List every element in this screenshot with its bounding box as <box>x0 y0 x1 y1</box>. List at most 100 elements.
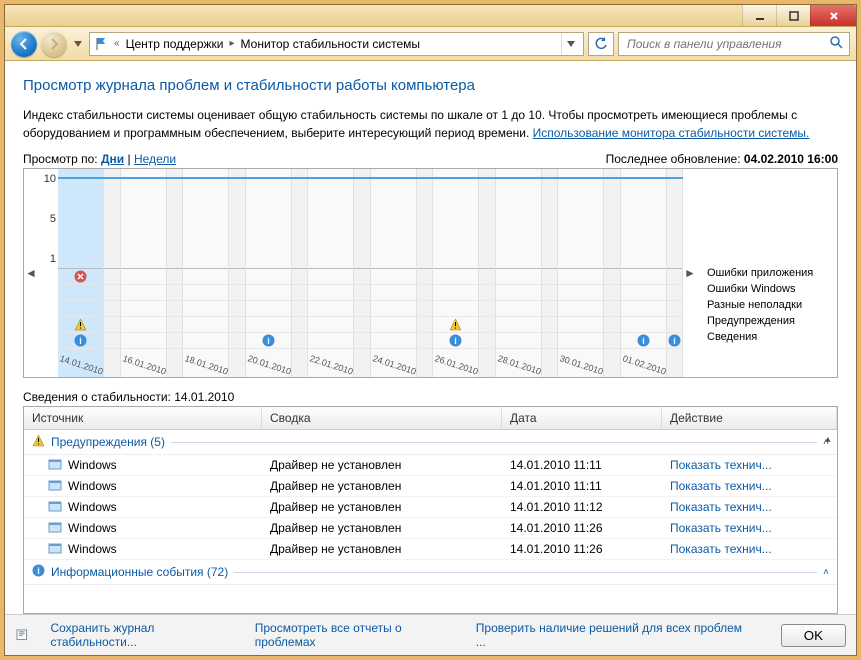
event-cell <box>496 317 541 333</box>
chart-day-column[interactable]: 22.01.2010 <box>308 169 354 377</box>
event-cell <box>104 333 119 349</box>
event-cell <box>183 333 228 349</box>
content-area: Просмотр журнала проблем и стабильности … <box>5 61 856 655</box>
chart-day-column[interactable]: i26.01.2010 <box>433 169 479 377</box>
chart-y-axis: 10 5 1 <box>38 169 58 269</box>
address-bar[interactable]: « Центр поддержки ▸ Монитор стабильности… <box>89 32 584 56</box>
search-box[interactable] <box>618 32 850 56</box>
chart-day-column[interactable]: 16.01.2010 <box>121 169 167 377</box>
chart-day-column[interactable]: 18.01.2010 <box>183 169 229 377</box>
chart-day-column[interactable] <box>604 169 620 377</box>
close-button[interactable] <box>810 5 856 26</box>
event-cell <box>292 333 307 349</box>
date-label: 28.01.2010 <box>496 353 542 376</box>
forward-button[interactable] <box>41 31 67 57</box>
event-cell <box>167 269 182 285</box>
collapse-icon[interactable]: ˄ <box>823 567 829 578</box>
event-cell <box>479 285 494 301</box>
save-journal-link[interactable]: Сохранить журнал стабильности... <box>50 621 236 649</box>
chart-scroll-right[interactable]: ► <box>683 169 697 377</box>
chart-day-column[interactable]: 24.01.2010 <box>371 169 417 377</box>
event-cell <box>479 317 494 333</box>
breadcrumb-sep: « <box>114 38 120 49</box>
scroll-up-icon[interactable]: ▴ <box>821 432 835 446</box>
address-dropdown[interactable] <box>561 33 579 55</box>
event-cell <box>229 285 244 301</box>
info-icon: i <box>32 564 45 580</box>
chart-day-column[interactable]: i14.01.2010 <box>58 169 104 377</box>
legend-app-errors: Ошибки приложения <box>707 265 833 281</box>
table-row[interactable]: WindowsДрайвер не установлен14.01.2010 1… <box>24 539 837 560</box>
check-solutions-link[interactable]: Проверить наличие решений для всех пробл… <box>476 621 745 649</box>
chart-day-column[interactable]: i <box>667 169 683 377</box>
action-link[interactable]: Показать технич... <box>670 500 772 514</box>
error-icon <box>74 270 87 283</box>
event-cell <box>121 269 166 285</box>
action-link[interactable]: Показать технич... <box>670 521 772 535</box>
event-cell <box>167 285 182 301</box>
maximize-button[interactable] <box>776 5 810 26</box>
section-header[interactable]: iИнформационные события (72)˄ <box>24 560 837 585</box>
history-dropdown[interactable] <box>71 41 85 47</box>
refresh-button[interactable] <box>588 32 614 56</box>
chart-day-column[interactable] <box>292 169 308 377</box>
back-button[interactable] <box>11 31 37 57</box>
search-icon[interactable] <box>829 35 843 52</box>
event-cell <box>229 269 244 285</box>
event-cell <box>246 285 291 301</box>
breadcrumb-arrow-icon[interactable]: ▸ <box>229 38 234 49</box>
chart-scroll-left[interactable]: ◄ <box>24 169 38 377</box>
event-cell <box>479 269 494 285</box>
ok-button[interactable]: OK <box>781 624 846 647</box>
source-cell: Windows <box>68 521 117 535</box>
chart-day-column[interactable] <box>229 169 245 377</box>
event-cell <box>496 269 541 285</box>
chart-day-column[interactable] <box>104 169 120 377</box>
action-link[interactable]: Показать технич... <box>670 542 772 556</box>
action-link[interactable]: Показать технич... <box>670 458 772 472</box>
minimize-button[interactable] <box>742 5 776 26</box>
event-cell <box>58 301 103 317</box>
chart-day-column[interactable] <box>542 169 558 377</box>
view-days-link[interactable]: Дни <box>101 152 124 166</box>
table-row[interactable]: WindowsДрайвер не установлен14.01.2010 1… <box>24 518 837 539</box>
event-cell <box>417 269 432 285</box>
info-icon: i <box>668 334 681 347</box>
section-header[interactable]: Предупреждения (5)˄ <box>24 430 837 455</box>
breadcrumb-item[interactable]: Центр поддержки <box>124 37 226 51</box>
details-table: Источник Сводка Дата Действие ▴ Предупре… <box>23 406 838 614</box>
col-date[interactable]: Дата <box>502 407 662 429</box>
svg-text:i: i <box>79 336 82 346</box>
date-label: 16.01.2010 <box>121 353 167 376</box>
view-all-reports-link[interactable]: Просмотреть все отчеты о проблемах <box>255 621 458 649</box>
view-weeks-link[interactable]: Недели <box>134 152 176 166</box>
summary-cell: Драйвер не установлен <box>262 521 502 535</box>
event-cell <box>229 317 244 333</box>
chart-day-column[interactable]: i01.02.2010 <box>621 169 667 377</box>
event-cell <box>558 333 603 349</box>
chart-day-column[interactable]: 30.01.2010 <box>558 169 604 377</box>
chart-day-column[interactable]: 28.01.2010 <box>496 169 542 377</box>
col-summary[interactable]: Сводка <box>262 407 502 429</box>
chart-day-column[interactable] <box>479 169 495 377</box>
action-link[interactable]: Показать технич... <box>670 479 772 493</box>
breadcrumb-item[interactable]: Монитор стабильности системы <box>239 37 423 51</box>
table-row[interactable]: WindowsДрайвер не установлен14.01.2010 1… <box>24 476 837 497</box>
last-update-label: Последнее обновление: <box>606 152 741 166</box>
chart-day-column[interactable] <box>417 169 433 377</box>
col-source[interactable]: Источник <box>24 407 262 429</box>
summary-cell: Драйвер не установлен <box>262 542 502 556</box>
col-action[interactable]: Действие <box>662 407 837 429</box>
chart-day-column[interactable]: i20.01.2010 <box>246 169 292 377</box>
table-row[interactable]: WindowsДрайвер не установлен14.01.2010 1… <box>24 497 837 518</box>
search-input[interactable] <box>625 36 823 52</box>
event-cell <box>417 285 432 301</box>
event-cell <box>542 333 557 349</box>
table-row[interactable]: WindowsДрайвер не установлен14.01.2010 1… <box>24 455 837 476</box>
chart-day-column[interactable] <box>354 169 370 377</box>
event-cell <box>308 333 353 349</box>
event-cell <box>542 285 557 301</box>
chart-day-column[interactable] <box>167 169 183 377</box>
source-cell: Windows <box>68 542 117 556</box>
help-link[interactable]: Использование монитора стабильности сист… <box>533 126 810 140</box>
